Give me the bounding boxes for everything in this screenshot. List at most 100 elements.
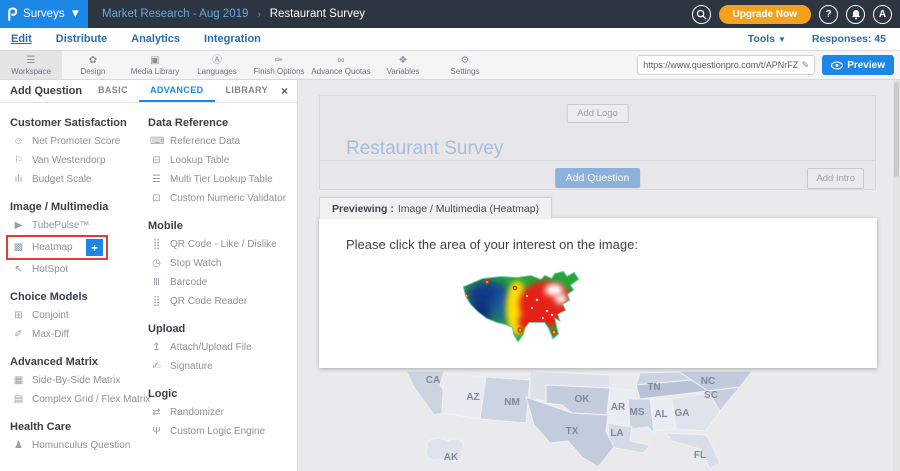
- state-label-sc: SC: [704, 390, 718, 401]
- search-button[interactable]: [692, 5, 711, 24]
- breadcrumb-separator-icon: ›: [257, 9, 260, 20]
- question-type-conjoint[interactable]: ⊞Conjoint: [0, 306, 138, 325]
- panel-tab-basic[interactable]: BASIC: [87, 80, 139, 102]
- question-type-label: Reference Data: [170, 136, 240, 147]
- preview-button[interactable]: Preview: [822, 55, 894, 75]
- section-title-advanced-matrix: Advanced Matrix: [10, 356, 138, 368]
- section-title-health-care: Health Care: [10, 421, 138, 433]
- state-label-ak: AK: [444, 452, 459, 463]
- state-label-ca: CA: [426, 375, 440, 386]
- toolbar-item-label: Workspace: [11, 67, 51, 76]
- advance-quotas-icon: ∞: [337, 55, 344, 66]
- question-type-budget-scale[interactable]: ılıBudget Scale: [0, 170, 138, 189]
- question-type-homunculus-question[interactable]: ♟Homunculus Question: [0, 436, 138, 455]
- section-title-customer-satisfaction: Customer Satisfaction: [10, 117, 138, 129]
- toolbar-item-label: Advance Quotas: [311, 67, 370, 76]
- toolbar-item-variables[interactable]: ❖Variables: [372, 51, 434, 79]
- question-type-tubepulse-[interactable]: ▶TubePulse™: [0, 216, 138, 235]
- help-button[interactable]: ?: [819, 5, 838, 24]
- question-type-qr-code-reader[interactable]: ⣿QR Code Reader: [138, 292, 297, 311]
- menu-item-analytics[interactable]: Analytics: [131, 33, 180, 46]
- panel-title: Add Question: [10, 85, 82, 97]
- question-type-net-promoter-score[interactable]: ☺Net Promoter Score: [0, 132, 138, 151]
- signature-icon: ✍: [150, 361, 163, 372]
- state-label-la: LA: [610, 428, 623, 439]
- toolbar-item-finish-options[interactable]: ✑Finish Options: [248, 51, 310, 79]
- state-label-tn: TN: [647, 382, 660, 393]
- toolbar-item-languages[interactable]: ⒶLanguages: [186, 51, 248, 79]
- notifications-button[interactable]: [846, 5, 865, 24]
- toolbar-item-settings[interactable]: ⚙Settings: [434, 51, 496, 79]
- body-icon: ♟: [12, 440, 25, 451]
- question-type-lookup-table[interactable]: ⊟Lookup Table: [138, 151, 297, 170]
- us-states-background-map: CAAZNMOKARTNNCSCMSALGATXLAFLAK: [310, 371, 880, 471]
- question-type-custom-logic-engine[interactable]: ΨCustom Logic Engine: [138, 422, 297, 441]
- survey-url-input[interactable]: [643, 60, 801, 70]
- vertical-scrollbar[interactable]: [893, 80, 900, 471]
- menu-item-edit[interactable]: Edit: [11, 33, 32, 46]
- state-label-nc: NC: [701, 376, 715, 387]
- survey-header-card: Add Logo Restaurant Survey Add Question …: [319, 95, 876, 190]
- close-panel-icon[interactable]: ×: [279, 84, 297, 98]
- state-label-az: AZ: [466, 392, 479, 403]
- question-type-custom-numeric-validator[interactable]: ⊡Custom Numeric Validator: [138, 189, 297, 208]
- media-library-icon: ▣: [150, 55, 159, 66]
- question-type-complex-grid-flex-matrix[interactable]: ▤Complex Grid / Flex Matrix: [0, 390, 138, 409]
- question-type-heatmap[interactable]: ▩Heatmap+: [6, 235, 108, 260]
- question-type-label: Conjoint: [32, 310, 69, 321]
- question-type-label: Attach/Upload File: [170, 342, 252, 353]
- state-label-ok: OK: [575, 394, 591, 405]
- menu-item-distribute[interactable]: Distribute: [56, 33, 107, 46]
- scrollbar-thumb[interactable]: [894, 82, 899, 177]
- add-logo-button[interactable]: Add Logo: [566, 104, 629, 123]
- nps-icon: ☺: [12, 136, 25, 147]
- question-type-qr-code-like-dislike[interactable]: ⣿QR Code - Like / Dislike: [138, 235, 297, 254]
- top-navigation-bar: Surveys ▼ Market Research - Aug 2019 › R…: [0, 0, 900, 28]
- matrix-icon: ▦: [12, 375, 25, 386]
- question-type-label: Signature: [170, 361, 213, 372]
- cursor-icon: ↖: [12, 264, 25, 275]
- question-type-signature[interactable]: ✍ Signature: [138, 357, 297, 376]
- panel-tab-library[interactable]: LIBRARY: [215, 80, 279, 102]
- surveys-product-menu[interactable]: Surveys ▼: [0, 0, 88, 28]
- upgrade-now-button[interactable]: Upgrade Now: [719, 5, 811, 24]
- question-type-side-by-side-matrix[interactable]: ▦Side-By-Side Matrix: [0, 371, 138, 390]
- grid-icon: ▤: [12, 394, 25, 405]
- add-intro-button[interactable]: Add Intro: [807, 168, 864, 189]
- question-type-label: Van Westendorp: [32, 155, 106, 166]
- survey-title[interactable]: Restaurant Survey: [346, 138, 503, 160]
- tools-menu[interactable]: Tools ▼: [748, 33, 786, 45]
- add-question-button[interactable]: Add Question: [555, 168, 641, 188]
- question-type-barcode[interactable]: ⅢBarcode: [138, 273, 297, 292]
- question-type-label: Multi Tier Lookup Table: [170, 174, 273, 185]
- account-avatar[interactable]: A: [873, 5, 892, 24]
- heatmap-usa-image[interactable]: [457, 270, 587, 353]
- question-type-label: QR Code - Like / Dislike: [170, 239, 277, 250]
- question-type-reference-data[interactable]: ⌨Reference Data: [138, 132, 297, 151]
- question-type-attach-upload-file[interactable]: ↥Attach/Upload File: [138, 338, 297, 357]
- question-type-van-westendorp[interactable]: ⚐Van Westendorp: [0, 151, 138, 170]
- divider: [320, 160, 875, 161]
- state-label-al: AL: [654, 409, 667, 420]
- video-icon: ▶: [12, 220, 25, 231]
- survey-editor-canvas: CAAZNMOKARTNNCSCMSALGATXLAFLAK Add Logo …: [298, 80, 900, 471]
- breadcrumb-parent-link[interactable]: Market Research - Aug 2019: [102, 8, 248, 20]
- barcode-icon: Ⅲ: [150, 277, 163, 288]
- edit-url-icon[interactable]: ✎: [802, 60, 810, 71]
- question-type-hotspot[interactable]: ↖HotSpot: [0, 260, 138, 279]
- toolbar-item-design[interactable]: ✿Design: [62, 51, 124, 79]
- menu-item-integration[interactable]: Integration: [204, 33, 261, 46]
- toolbar-item-workspace[interactable]: ☰Workspace: [0, 51, 62, 79]
- question-type-max-diff[interactable]: ✐Max-Diff: [0, 325, 138, 344]
- state-label-tx: TX: [566, 426, 579, 437]
- wand-icon: ✐: [12, 329, 25, 340]
- toolbar-item-advance-quotas[interactable]: ∞Advance Quotas: [310, 51, 372, 79]
- question-type-randomizer[interactable]: ⇄Randomizer: [138, 403, 297, 422]
- responses-count[interactable]: Responses: 45: [812, 33, 886, 45]
- toolbar-item-media-library[interactable]: ▣Media Library: [124, 51, 186, 79]
- question-type-stop-watch[interactable]: ◷Stop Watch: [138, 254, 297, 273]
- question-type-multi-tier-lookup-table[interactable]: ☰Multi Tier Lookup Table: [138, 170, 297, 189]
- panel-tab-advanced[interactable]: ADVANCED: [139, 80, 215, 102]
- add-heatmap-question-button[interactable]: +: [86, 239, 103, 256]
- design-icon: ✿: [89, 55, 97, 66]
